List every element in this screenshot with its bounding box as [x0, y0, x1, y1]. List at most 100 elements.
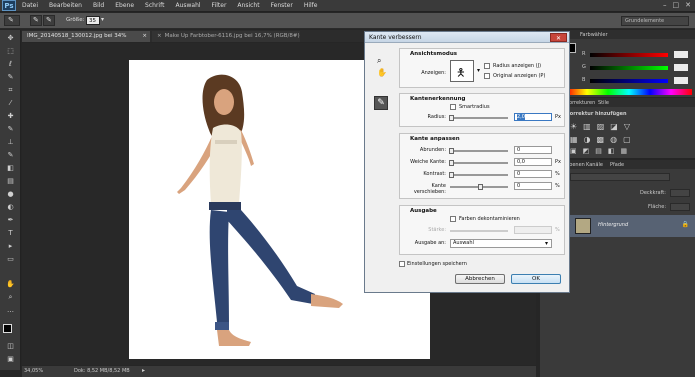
- contrast-slider[interactable]: [449, 172, 508, 178]
- hand-tool-icon[interactable]: ✋: [5, 280, 16, 289]
- eyedropper-tool-icon[interactable]: ⁄: [5, 99, 16, 108]
- close-tab-icon[interactable]: ×: [142, 31, 147, 42]
- green-slider[interactable]: [590, 66, 668, 70]
- zoom-tool-icon[interactable]: ⌕: [5, 293, 16, 302]
- layer-filter-select[interactable]: [570, 173, 670, 181]
- view-dropdown-icon[interactable]: ▾: [477, 67, 480, 74]
- close-icon[interactable]: ✕: [685, 1, 691, 9]
- cancel-button[interactable]: Abbrechen: [455, 274, 505, 284]
- dialog-close-icon[interactable]: ✕: [550, 33, 567, 42]
- move-tool-icon[interactable]: ✥: [5, 34, 16, 43]
- lasso-tool-icon[interactable]: ℓ: [5, 60, 16, 69]
- ok-button[interactable]: OK: [511, 274, 561, 284]
- view-mode-title: Ansichtsmodus: [410, 51, 458, 57]
- tab-document-1[interactable]: IMG_20140518_130012.jpg bei 34% (RGB/8#)…: [22, 31, 150, 50]
- menu-item-fenster[interactable]: Fenster: [271, 2, 293, 9]
- path-selection-tool-icon[interactable]: ▸: [5, 242, 16, 251]
- blur-tool-icon[interactable]: ●: [5, 190, 16, 199]
- workspace-select[interactable]: Grundelemente: [621, 16, 689, 26]
- red-slider[interactable]: [590, 53, 668, 57]
- menu-item-bild[interactable]: Bild: [93, 2, 104, 9]
- brush-mode-add[interactable]: ✎: [30, 15, 42, 26]
- layer-row-hintergrund[interactable]: Hintergrund 🔒: [566, 215, 695, 237]
- menu-item-ansicht[interactable]: Ansicht: [237, 2, 259, 9]
- remember-settings-checkbox[interactable]: [399, 261, 405, 267]
- feather-input[interactable]: 0,0: [514, 158, 552, 166]
- refine-radius-tool-icon[interactable]: ✎: [374, 96, 388, 110]
- quick-mask-icon[interactable]: ◫: [5, 342, 16, 351]
- size-dropdown-icon[interactable]: ▾: [101, 16, 104, 23]
- menu-item-datei[interactable]: Datei: [22, 2, 38, 9]
- decontaminate-checkbox[interactable]: [450, 216, 456, 222]
- shift-edge-input[interactable]: 0: [514, 182, 552, 190]
- color-spectrum-bar[interactable]: [566, 89, 692, 95]
- shape-tool-icon[interactable]: ▭: [5, 255, 16, 264]
- show-original-checkbox[interactable]: [484, 73, 490, 79]
- radius-slider-knob[interactable]: [449, 115, 454, 121]
- correction-icons-row-2[interactable]: ▦◑▩◍▢: [570, 135, 637, 144]
- marquee-tool-icon[interactable]: ⬚: [5, 47, 16, 56]
- opacity-input[interactable]: [670, 189, 690, 197]
- brush-mode-subtract[interactable]: ✎: [43, 15, 55, 26]
- hand-tool-icon[interactable]: ✋: [377, 68, 387, 77]
- clone-stamp-tool-icon[interactable]: ⊥: [5, 138, 16, 147]
- status-menu-icon[interactable]: ▸: [142, 367, 145, 374]
- eraser-tool-icon[interactable]: ◧: [5, 164, 16, 173]
- pen-tool-icon[interactable]: ✒: [5, 216, 16, 225]
- radius-input[interactable]: 2,0: [514, 113, 552, 121]
- menu-item-hilfe[interactable]: Hilfe: [304, 2, 318, 9]
- tab-paths[interactable]: Pfade: [610, 162, 624, 168]
- tab-styles[interactable]: Stile: [598, 100, 609, 106]
- smooth-slider-knob[interactable]: [449, 148, 454, 154]
- red-value-field[interactable]: [674, 51, 688, 58]
- smart-radius-checkbox[interactable]: [450, 104, 456, 110]
- foreground-color-swatch[interactable]: [3, 324, 12, 333]
- type-tool-icon[interactable]: T: [5, 229, 16, 238]
- healing-brush-tool-icon[interactable]: ✚: [5, 112, 16, 121]
- shift-edge-slider-knob[interactable]: [478, 184, 483, 190]
- close-tab-icon[interactable]: ×: [157, 33, 162, 39]
- green-value-field[interactable]: [674, 64, 688, 71]
- history-brush-tool-icon[interactable]: ✎: [5, 151, 16, 160]
- blue-value-field[interactable]: [674, 77, 688, 84]
- dodge-tool-icon[interactable]: ◐: [5, 203, 16, 212]
- view-mode-picker[interactable]: 🯅 ▾: [450, 60, 480, 82]
- menu-item-ebene[interactable]: Ebene: [115, 2, 134, 9]
- menu-item-filter[interactable]: Filter: [212, 2, 227, 9]
- menu-item-auswahl[interactable]: Auswahl: [175, 2, 200, 9]
- tab-corrections[interactable]: Korrekturen: [566, 100, 595, 106]
- tab-document-2[interactable]: × Make Up Farbtober-6116.jpg bei 16,7% (R…: [152, 31, 300, 42]
- maximize-icon[interactable]: □: [673, 1, 680, 9]
- feather-slider-knob[interactable]: [449, 160, 454, 166]
- decontaminate-label: Farben dekontaminieren: [459, 216, 520, 222]
- blue-slider[interactable]: [590, 79, 668, 83]
- zoom-level[interactable]: 34,05%: [24, 368, 43, 374]
- contrast-slider-knob[interactable]: [449, 172, 454, 178]
- zoom-tool-icon[interactable]: ⌕: [377, 56, 381, 66]
- tab-color-picker[interactable]: Farbwähler: [580, 32, 608, 38]
- feather-slider[interactable]: [449, 160, 508, 166]
- show-radius-checkbox[interactable]: [484, 63, 490, 69]
- menu-item-bearbeiten[interactable]: Bearbeiten: [49, 2, 82, 9]
- crop-tool-icon[interactable]: ⌗: [5, 86, 16, 95]
- minimize-icon[interactable]: –: [663, 1, 667, 9]
- more-tools-icon[interactable]: …: [5, 306, 16, 315]
- output-to-select[interactable]: Auswahl ▾: [450, 239, 552, 248]
- screen-mode-icon[interactable]: ▣: [5, 355, 16, 364]
- gradient-tool-icon[interactable]: ▤: [5, 177, 16, 186]
- tool-preset-picker[interactable]: ✎: [4, 15, 20, 26]
- contrast-input[interactable]: 0: [514, 170, 552, 178]
- size-input[interactable]: 35: [86, 16, 100, 25]
- menu-item-schrift[interactable]: Schrift: [145, 2, 164, 9]
- correction-icons-row-3[interactable]: ▣◩▤◧▦: [570, 147, 633, 155]
- smooth-slider[interactable]: [449, 148, 508, 154]
- radius-slider[interactable]: [449, 115, 508, 121]
- smooth-input[interactable]: 0: [514, 146, 552, 154]
- fill-input[interactable]: [670, 203, 690, 211]
- shift-edge-slider[interactable]: [450, 184, 508, 190]
- brush-tool-icon[interactable]: ✎: [5, 125, 16, 134]
- status-bar: 34,05% Dok: 8,52 MB/8,52 MB ▸: [22, 366, 536, 377]
- correction-icons-row-1[interactable]: ☀▥▨◪▽: [570, 122, 636, 131]
- tab-channels[interactable]: Kanäle: [586, 162, 603, 168]
- quick-selection-tool-icon[interactable]: ✎: [5, 73, 16, 82]
